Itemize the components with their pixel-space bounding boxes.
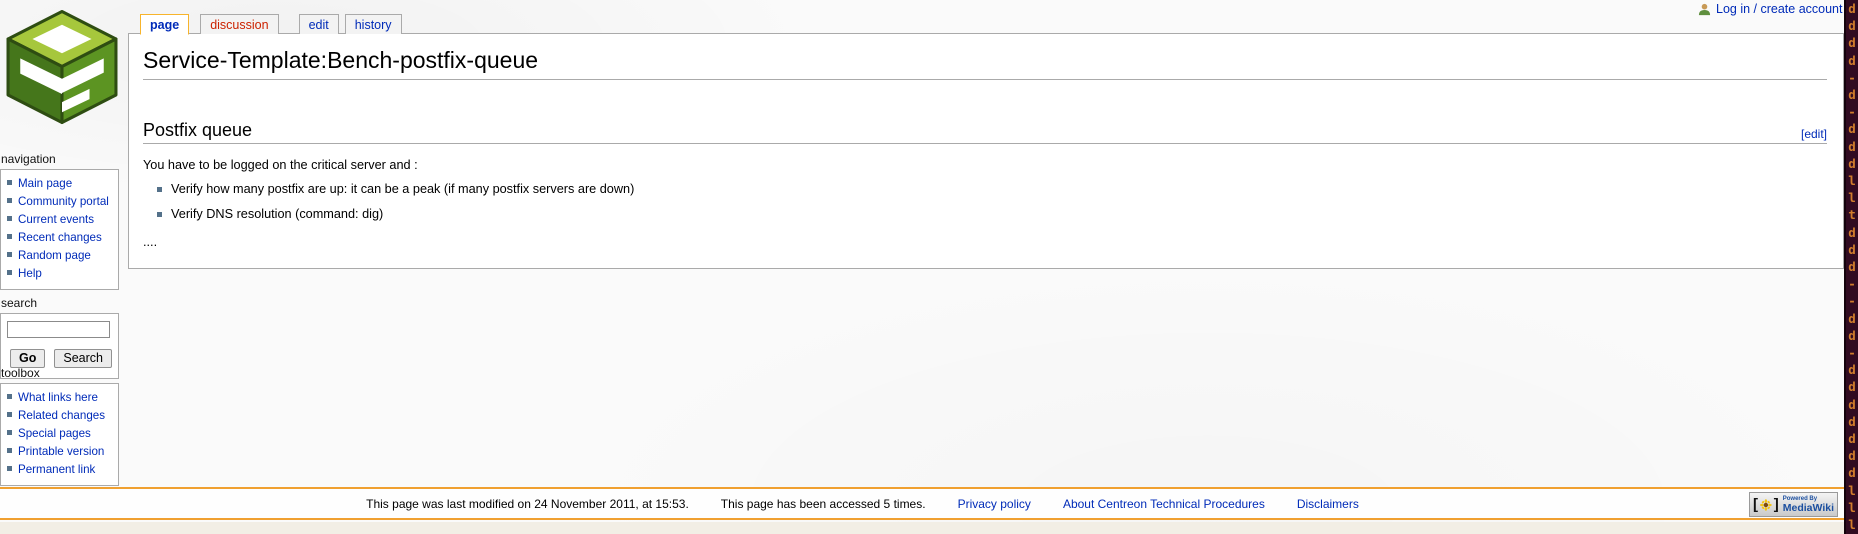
sunflower-icon xyxy=(1760,498,1772,512)
sidebar-link[interactable]: Community portal xyxy=(18,195,109,208)
sidebar-item-random-page[interactable]: Random page xyxy=(7,249,115,262)
sidebar-item-community-portal[interactable]: Community portal xyxy=(7,195,115,208)
instruction-list: Verify how many postfix are up: it can b… xyxy=(157,182,1827,222)
sidebar-link[interactable]: Help xyxy=(18,267,42,280)
toolbox-item-special-pages[interactable]: Special pages xyxy=(7,427,115,440)
sidebar-link[interactable]: Random page xyxy=(18,249,91,262)
page-title: Service-Template:Bench-postfix-queue xyxy=(143,47,1827,80)
sidebar-link[interactable]: Permanent link xyxy=(18,463,95,476)
access-count-text: This page has been accessed 5 times. xyxy=(721,497,926,511)
toolbox-item-related-changes[interactable]: Related changes xyxy=(7,409,115,422)
disclaimers-link[interactable]: Disclaimers xyxy=(1297,497,1359,511)
page-tabs: page discussion edit history xyxy=(140,14,402,34)
sidebar-link[interactable]: Recent changes xyxy=(18,231,102,244)
footer: This page was last modified on 24 Novemb… xyxy=(0,487,1845,520)
tab-edit[interactable]: edit xyxy=(299,14,339,34)
list-item: Verify how many postfix are up: it can b… xyxy=(157,182,1827,197)
section-heading: Postfix queue xyxy=(143,120,252,141)
toolbox-item-printable-version[interactable]: Printable version xyxy=(7,445,115,458)
tab-page[interactable]: page xyxy=(140,14,189,35)
bracket-glyph: [ xyxy=(1753,497,1758,512)
sidebar-link[interactable]: Related changes xyxy=(18,409,105,422)
list-item: Verify DNS resolution (command: dig) xyxy=(157,207,1827,222)
about-link[interactable]: About Centreon Technical Procedures xyxy=(1063,497,1265,511)
section-heading-row: Postfix queue [edit] xyxy=(143,120,1827,144)
section-edit-link[interactable]: [edit] xyxy=(1801,127,1827,141)
tab-history[interactable]: history xyxy=(345,14,402,34)
portlet-label: toolbox xyxy=(0,366,119,383)
cube-icon xyxy=(6,8,118,126)
powered-by-mediawiki-badge[interactable]: [ ] Powered By MediaWiki xyxy=(1749,492,1838,517)
search-input[interactable] xyxy=(7,321,110,338)
sidebar-item-recent-changes[interactable]: Recent changes xyxy=(7,231,115,244)
sidebar-item-help[interactable]: Help xyxy=(7,267,115,280)
portlet-toolbox: toolbox What links here Related changes … xyxy=(0,366,119,486)
sidebar-item-main-page[interactable]: Main page xyxy=(7,177,115,190)
login-link[interactable]: Log in / create account xyxy=(1716,2,1842,16)
last-modified-text: This page was last modified on 24 Novemb… xyxy=(366,497,689,511)
tab-discussion[interactable]: discussion xyxy=(200,14,278,34)
privacy-policy-link[interactable]: Privacy policy xyxy=(958,497,1031,511)
centreon-cube-logo[interactable] xyxy=(6,8,118,126)
article-content: Service-Template:Bench-postfix-queue Pos… xyxy=(128,33,1844,269)
portlet-label: search xyxy=(0,296,119,313)
intro-paragraph: You have to be logged on the critical se… xyxy=(143,158,1827,172)
badge-mediawiki: MediaWiki xyxy=(1783,503,1834,514)
sidebar-item-current-events[interactable]: Current events xyxy=(7,213,115,226)
sidebar-link[interactable]: Main page xyxy=(18,177,72,190)
toolbox-item-permanent-link[interactable]: Permanent link xyxy=(7,463,115,476)
footer-bottom-strip xyxy=(0,522,1845,534)
portlet-label: navigation xyxy=(0,152,119,169)
personal-tools: Log in / create account xyxy=(1698,2,1842,16)
trailing-text: .... xyxy=(143,235,1827,249)
sidebar-link[interactable]: Special pages xyxy=(18,427,91,440)
user-icon xyxy=(1698,3,1711,16)
portlet-navigation: navigation Main page Community portal Cu… xyxy=(0,152,119,290)
toolbox-item-what-links-here[interactable]: What links here xyxy=(7,391,115,404)
sidebar-link[interactable]: Printable version xyxy=(18,445,104,458)
bracket-glyph: ] xyxy=(1774,497,1779,512)
background-terminal-edge: d d d d - d - d d d l l t d d d - - d d … xyxy=(1844,0,1858,534)
badge-powered-by: Powered By xyxy=(1783,496,1834,502)
sidebar-link[interactable]: Current events xyxy=(18,213,94,226)
sidebar-link[interactable]: What links here xyxy=(18,391,98,404)
